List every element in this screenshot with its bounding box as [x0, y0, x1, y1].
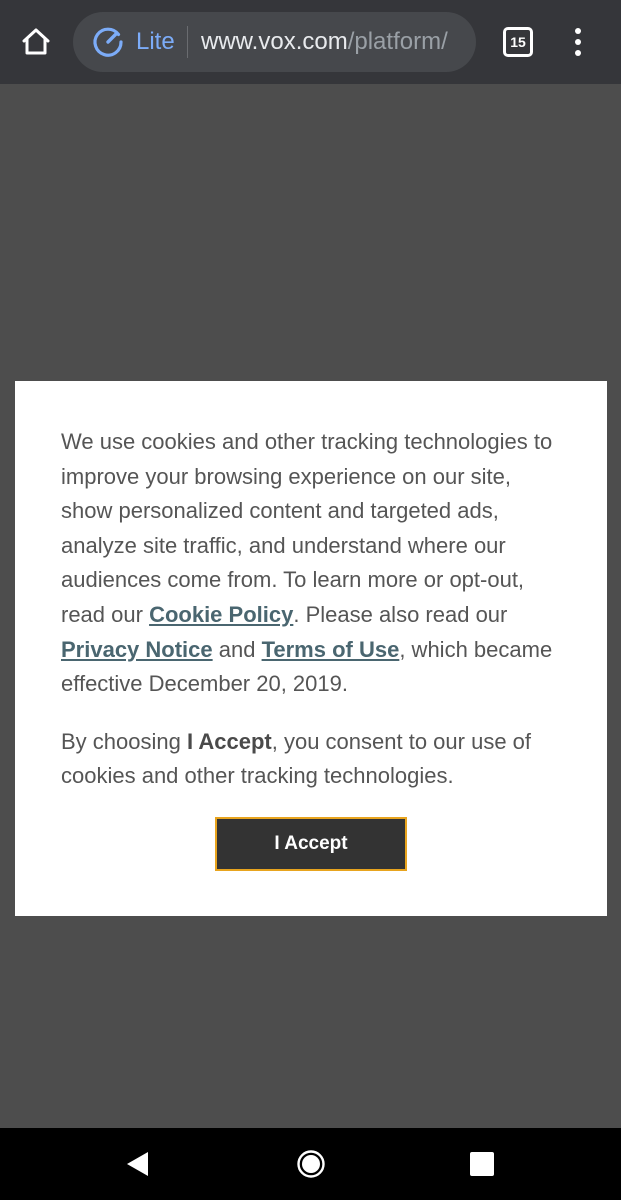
back-triangle-icon[interactable]: [124, 1150, 152, 1178]
consent-text-start: By choosing: [61, 728, 187, 754]
home-button[interactable]: [14, 20, 58, 64]
terms-of-use-link[interactable]: Terms of Use: [262, 637, 400, 662]
cookie-notice-paragraph: We use cookies and other tracking techno…: [61, 425, 561, 702]
lite-mode-icon[interactable]: [91, 25, 125, 59]
notice-text-and: and: [212, 636, 262, 662]
menu-dot: [575, 50, 581, 56]
tab-count: 15: [510, 34, 526, 50]
notice-text-middle: . Please also read our: [293, 601, 508, 627]
cookie-consent-dialog: We use cookies and other tracking techno…: [15, 381, 607, 916]
menu-dot: [575, 39, 581, 45]
tabs-icon[interactable]: 15: [503, 27, 533, 57]
recent-apps-square-icon[interactable]: [470, 1152, 494, 1176]
lite-mode-label[interactable]: Lite: [136, 27, 175, 57]
system-nav-bar: [0, 1128, 621, 1200]
address-bar[interactable]: Lite www.vox.com/platform/: [73, 12, 476, 72]
dialog-body: We use cookies and other tracking techno…: [61, 425, 561, 794]
url-path: /platform/: [347, 28, 448, 55]
consent-bold-label: I Accept: [186, 728, 272, 754]
more-vert-icon[interactable]: [566, 24, 590, 60]
browser-toolbar: Lite www.vox.com/platform/ 15: [0, 0, 621, 84]
accept-button[interactable]: I Accept: [215, 817, 407, 871]
url-domain: www.vox.com: [201, 28, 348, 55]
url-divider: [187, 26, 188, 58]
cookie-policy-link[interactable]: Cookie Policy: [149, 602, 293, 627]
menu-dot: [575, 28, 581, 34]
home-circle-icon[interactable]: [296, 1149, 326, 1179]
home-icon: [22, 28, 50, 55]
consent-paragraph: By choosing I Accept, you consent to our…: [61, 725, 561, 794]
privacy-notice-link[interactable]: Privacy Notice: [61, 637, 213, 662]
url-text[interactable]: www.vox.com/platform/: [201, 27, 448, 57]
notice-text-start: We use cookies and other tracking techno…: [61, 429, 553, 627]
